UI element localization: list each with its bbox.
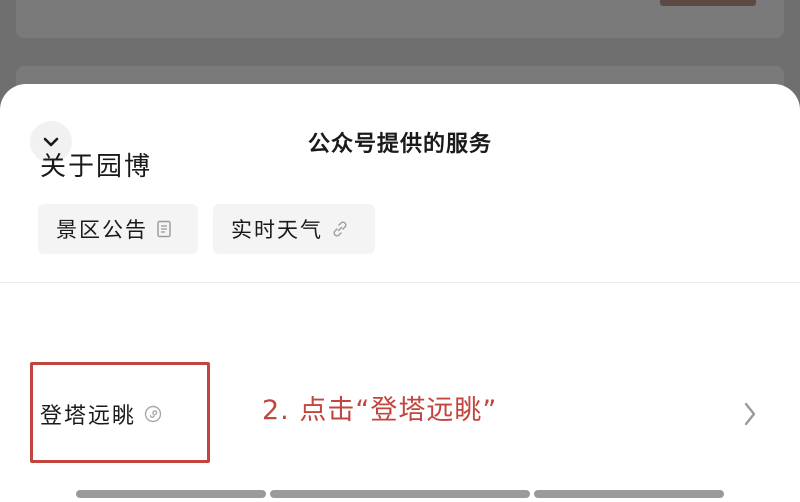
bottom-bar-segment	[270, 490, 530, 498]
chip-realtime-weather[interactable]: 实时天气	[213, 204, 375, 254]
chip-label: 景区公告	[56, 218, 148, 242]
bottom-bar-segment	[534, 490, 724, 498]
background-thumbnail	[660, 0, 756, 6]
chip-label: 实时天气	[231, 218, 323, 242]
highlight-box	[30, 362, 210, 463]
annotation-text: 2. 点击“登塔远眺”	[262, 395, 498, 426]
chip-scenic-notice[interactable]: 景区公告	[38, 204, 198, 254]
section-title: 关于园博	[40, 152, 153, 182]
article-icon	[156, 220, 172, 238]
background-card	[16, 0, 784, 38]
chevron-right-icon[interactable]	[742, 401, 758, 431]
link-icon	[331, 220, 349, 238]
bottom-bar-segment	[76, 490, 266, 498]
